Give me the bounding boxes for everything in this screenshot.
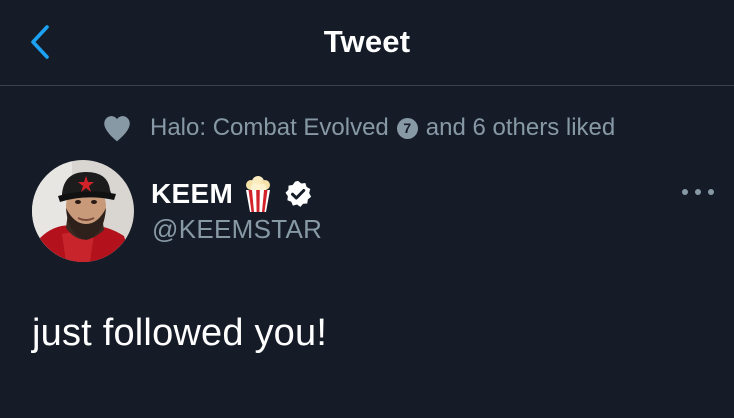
liked-suffix: and 6 others liked xyxy=(425,114,616,141)
avatar[interactable] xyxy=(32,160,134,262)
author-name[interactable]: KEEM xyxy=(151,178,233,210)
number-badge-icon: 7 xyxy=(396,117,418,139)
popcorn-icon xyxy=(243,175,273,213)
heart-icon xyxy=(100,111,134,145)
top-bar: Tweet xyxy=(0,0,734,86)
liker-name[interactable]: Halo: Combat Evolved xyxy=(150,114,389,142)
more-options-button[interactable] xyxy=(678,180,718,204)
tweet-text: just followed you! xyxy=(32,312,328,354)
author-row[interactable]: KEEM xyxy=(151,174,313,214)
social-context[interactable]: Halo: Combat Evolved 7 and 6 others like… xyxy=(100,108,615,148)
verified-badge-icon xyxy=(283,179,313,209)
more-options-icon xyxy=(682,189,714,195)
author-handle[interactable]: @KEEMSTAR xyxy=(152,214,322,245)
page-title: Tweet xyxy=(323,24,411,59)
